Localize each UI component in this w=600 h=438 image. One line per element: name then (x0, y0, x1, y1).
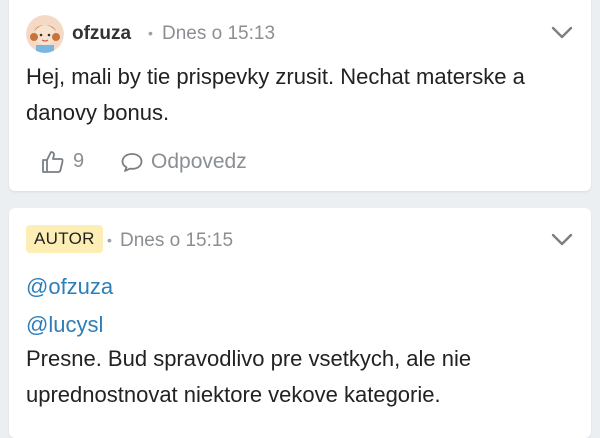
comment-text: Presne. Bud spravodlivo pre vsetkych, al… (26, 346, 472, 407)
author-badge: AUTOR (26, 225, 103, 253)
reply-button[interactable]: Odpovedz (151, 150, 247, 174)
comment-header: ofzuza • Dnes o 15:13 (9, 0, 591, 53)
like-count: 9 (73, 150, 85, 172)
comment-text: Hej, mali by tie prispevky zrusit. Necha… (26, 64, 525, 125)
mention-link[interactable]: @ofzuza (26, 274, 113, 300)
mention-link[interactable]: @lucysl (26, 312, 103, 338)
comment-card: ofzuza • Dnes o 15:13 Hej, mali by tie p… (9, 0, 591, 191)
girl-avatar-icon[interactable] (26, 15, 64, 53)
post-timestamp: Dnes o 15:15 (120, 230, 234, 251)
speech-bubble-icon[interactable] (120, 151, 144, 173)
chevron-down-icon[interactable] (551, 26, 573, 40)
author-name[interactable]: ofzuza (72, 23, 131, 45)
comment-card: AUTOR • Dnes o 15:15 @ofzuza @lucysl Pre… (9, 208, 591, 438)
comment-actions: 9 Odpovedz (9, 149, 591, 179)
chevron-down-icon[interactable] (551, 233, 573, 247)
thumbs-up-icon[interactable] (40, 149, 66, 175)
separator-dot: • (107, 232, 112, 248)
separator-dot: • (148, 25, 153, 41)
post-timestamp: Dnes o 15:13 (162, 23, 276, 44)
